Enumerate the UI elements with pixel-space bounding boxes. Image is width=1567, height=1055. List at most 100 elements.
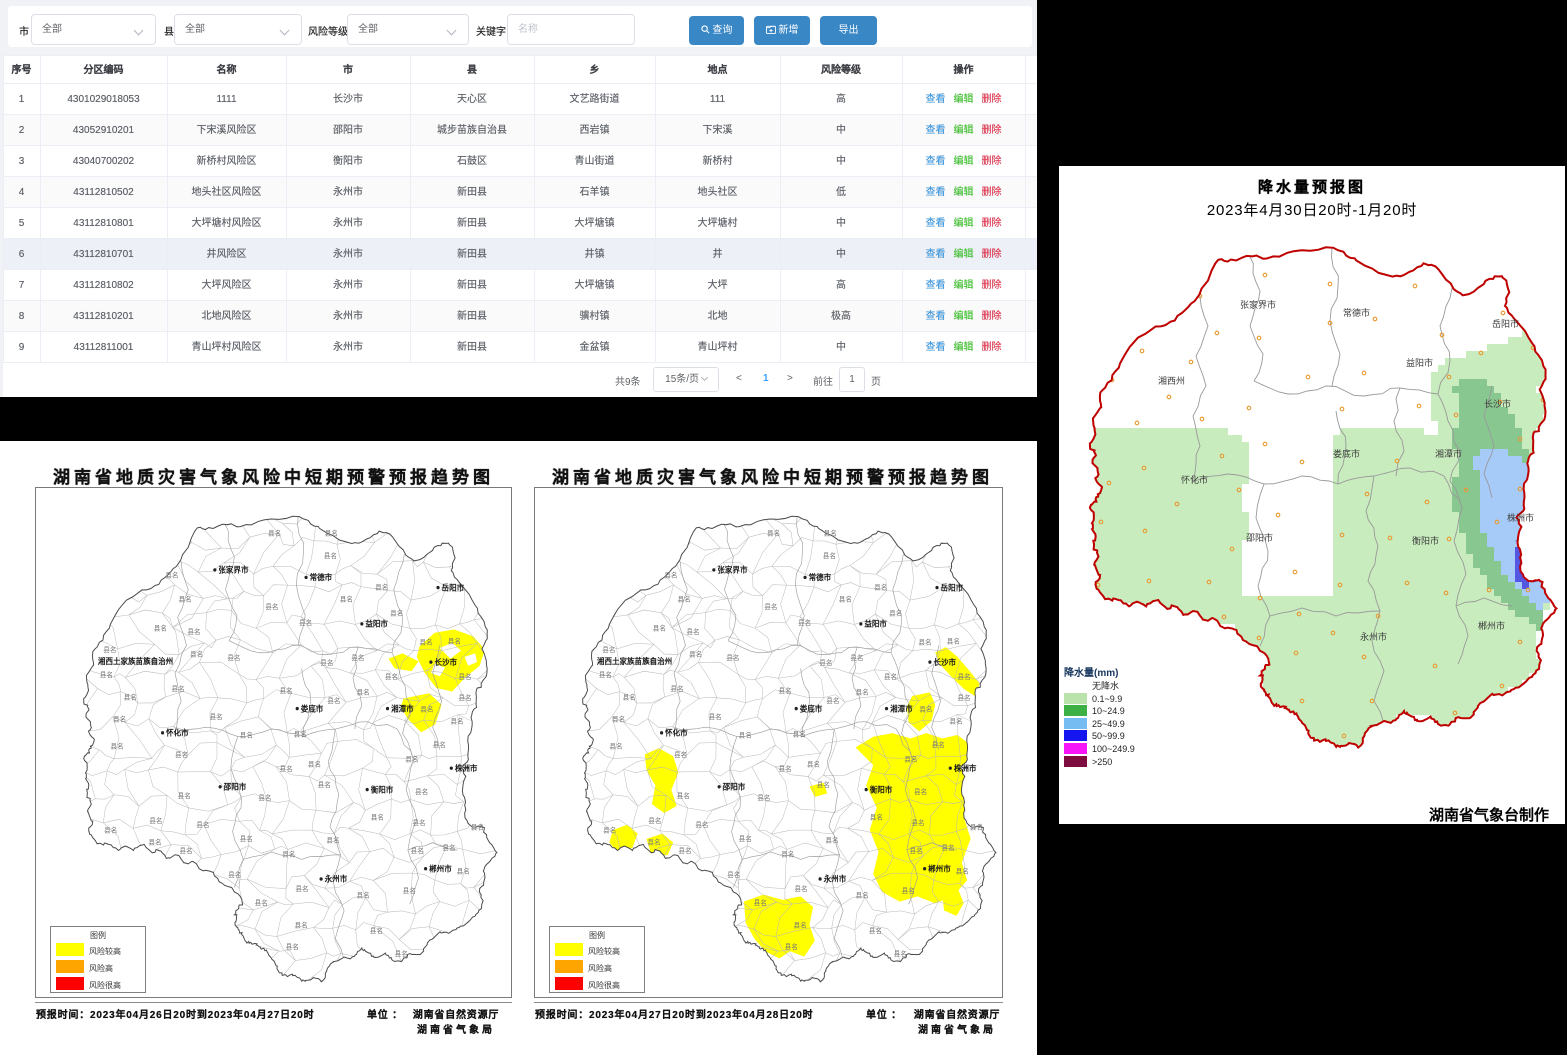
svg-text:县名: 县名: [603, 825, 616, 834]
svg-text:县名: 县名: [919, 704, 932, 713]
svg-text:县名: 县名: [228, 870, 241, 879]
svg-text:长沙市: 长沙市: [434, 657, 457, 667]
svg-text:邵阳市: 邵阳市: [1246, 532, 1273, 543]
svg-text:岳阳市: 岳阳市: [941, 582, 964, 592]
svg-text:永州市: 永州市: [324, 874, 348, 884]
svg-text:益阳市: 益阳市: [365, 619, 388, 629]
svg-text:怀化市: 怀化市: [665, 727, 688, 737]
svg-text:县名: 县名: [279, 686, 292, 695]
svg-text:娄底市: 娄底市: [301, 703, 324, 713]
svg-text:县名: 县名: [179, 846, 192, 855]
svg-text:县名: 县名: [258, 793, 271, 802]
svg-text:县名: 县名: [458, 672, 471, 681]
svg-text:县名: 县名: [210, 712, 223, 721]
svg-text:湘西土家族苗族自治州: 湘西土家族苗族自治州: [597, 656, 673, 666]
svg-text:县名: 县名: [778, 764, 791, 773]
svg-text:县名: 县名: [299, 618, 312, 627]
svg-text:县名: 县名: [819, 658, 832, 667]
svg-text:郴州市: 郴州市: [1478, 620, 1505, 631]
svg-text:株洲市: 株洲市: [1507, 512, 1534, 523]
svg-text:县名: 县名: [647, 837, 660, 846]
svg-text:县名: 县名: [957, 672, 970, 681]
svg-text:县名: 县名: [227, 653, 240, 662]
svg-text:县名: 县名: [941, 843, 954, 852]
svg-text:县名: 县名: [282, 849, 295, 858]
svg-text:县名: 县名: [911, 818, 924, 827]
svg-text:衡阳市: 衡阳市: [1412, 535, 1439, 546]
svg-text:岳阳市: 岳阳市: [442, 582, 465, 592]
svg-text:县名: 县名: [757, 793, 770, 802]
svg-text:县名: 县名: [240, 730, 253, 739]
svg-text:张家界市: 张家界市: [1240, 299, 1276, 310]
svg-text:县名: 县名: [240, 834, 253, 843]
svg-text:县名: 县名: [970, 822, 983, 831]
svg-text:县名: 县名: [179, 594, 192, 603]
svg-text:县名: 县名: [623, 692, 636, 701]
svg-text:县名: 县名: [471, 822, 484, 831]
svg-text:县名: 县名: [420, 704, 433, 713]
svg-text:县名: 县名: [910, 846, 923, 855]
svg-text:岳阳市: 岳阳市: [1492, 318, 1519, 329]
svg-text:娄底市: 娄底市: [1333, 448, 1360, 459]
svg-text:县名: 县名: [869, 926, 882, 935]
svg-text:县名: 县名: [148, 837, 161, 846]
svg-text:县名: 县名: [902, 886, 915, 895]
svg-text:县名: 县名: [268, 528, 281, 537]
svg-text:县名: 县名: [265, 602, 278, 611]
svg-text:县名: 县名: [450, 716, 463, 725]
svg-text:县名: 县名: [677, 791, 690, 800]
svg-text:株洲市: 株洲市: [455, 763, 478, 773]
svg-text:县名: 县名: [395, 949, 408, 958]
svg-text:益阳市: 益阳市: [864, 619, 887, 629]
svg-text:娄底市: 娄底市: [800, 703, 823, 713]
svg-text:县名: 县名: [754, 898, 767, 907]
svg-text:张家界市: 张家界市: [717, 565, 747, 575]
svg-text:县名: 县名: [286, 942, 299, 951]
svg-text:县名: 县名: [390, 608, 403, 617]
svg-text:常德市: 常德市: [809, 572, 832, 582]
svg-text:县名: 县名: [104, 825, 117, 834]
svg-text:县名: 县名: [874, 582, 887, 591]
svg-text:县名: 县名: [357, 687, 370, 696]
svg-text:县名: 县名: [798, 618, 811, 627]
svg-text:县名: 县名: [709, 712, 722, 721]
svg-text:县名: 县名: [914, 787, 927, 796]
svg-text:湘潭市: 湘潭市: [391, 703, 414, 713]
svg-text:县名: 县名: [670, 684, 683, 693]
svg-text:县名: 县名: [689, 649, 702, 658]
svg-text:县名: 县名: [918, 637, 931, 646]
svg-text:县名: 县名: [653, 623, 666, 632]
svg-text:县名: 县名: [739, 834, 752, 843]
svg-text:县名: 县名: [448, 636, 461, 645]
svg-text:县名: 县名: [648, 816, 661, 825]
svg-text:衡阳市: 衡阳市: [371, 784, 394, 794]
svg-text:县名: 县名: [794, 884, 807, 893]
svg-text:县名: 县名: [856, 890, 869, 899]
svg-text:县名: 县名: [904, 754, 917, 763]
svg-text:株洲市: 株洲市: [954, 763, 977, 773]
svg-text:县名: 县名: [419, 637, 432, 646]
svg-text:县名: 县名: [458, 693, 471, 702]
svg-text:县名: 县名: [154, 623, 167, 632]
svg-text:县名: 县名: [320, 658, 333, 667]
svg-text:永州市: 永州市: [1360, 631, 1387, 642]
svg-text:县名: 县名: [825, 835, 838, 844]
svg-text:县名: 县名: [326, 835, 339, 844]
svg-text:县名: 县名: [850, 653, 863, 662]
svg-text:县名: 县名: [817, 780, 830, 789]
svg-text:衡阳市: 衡阳市: [870, 784, 893, 794]
svg-text:县名: 县名: [370, 926, 383, 935]
svg-text:县名: 县名: [674, 750, 687, 759]
svg-text:常德市: 常德市: [1343, 307, 1370, 318]
svg-text:县名: 县名: [793, 729, 806, 738]
svg-text:县名: 县名: [686, 627, 699, 636]
svg-text:县名: 县名: [794, 920, 807, 929]
svg-text:县名: 县名: [187, 627, 200, 636]
svg-text:县名: 县名: [371, 812, 384, 821]
svg-text:县名: 县名: [932, 740, 945, 749]
svg-text:张家界市: 张家界市: [218, 565, 248, 575]
svg-text:县名: 县名: [324, 551, 337, 560]
svg-text:县名: 县名: [764, 602, 777, 611]
svg-text:县名: 县名: [415, 787, 428, 796]
svg-text:县名: 县名: [612, 714, 625, 723]
